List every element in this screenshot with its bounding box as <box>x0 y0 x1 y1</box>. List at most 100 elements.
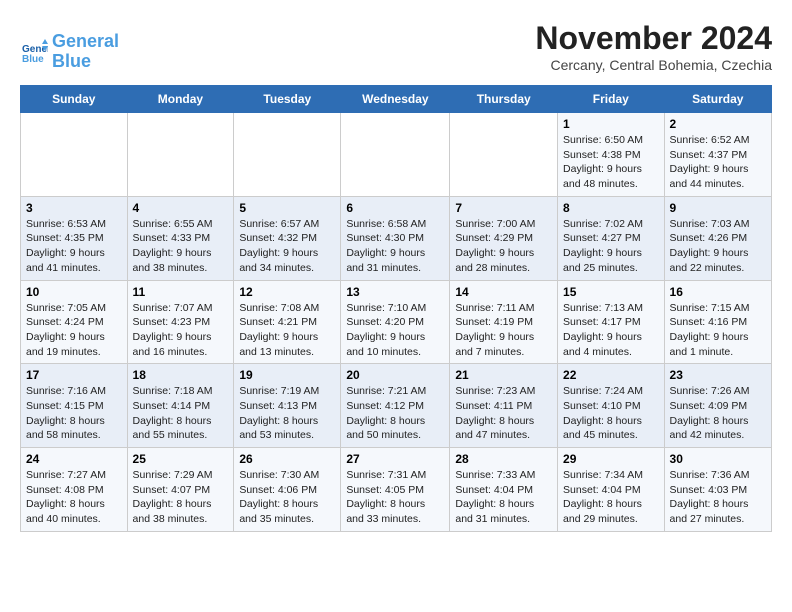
day-info: Sunrise: 7:30 AM Sunset: 4:06 PM Dayligh… <box>239 468 335 527</box>
weekday-header-thursday: Thursday <box>450 86 558 113</box>
calendar-cell: 11 Sunrise: 7:07 AM Sunset: 4:23 PM Dayli… <box>127 280 234 364</box>
weekday-header-friday: Friday <box>558 86 665 113</box>
day-number: 18 <box>133 368 229 382</box>
day-info: Sunrise: 7:23 AM Sunset: 4:11 PM Dayligh… <box>455 384 552 443</box>
calendar-cell: 23 Sunrise: 7:26 AM Sunset: 4:09 PM Dayli… <box>664 364 771 448</box>
day-info: Sunrise: 7:36 AM Sunset: 4:03 PM Dayligh… <box>670 468 766 527</box>
day-info: Sunrise: 7:05 AM Sunset: 4:24 PM Dayligh… <box>26 301 122 360</box>
calendar-cell: 8Sunrise: 7:02 AM Sunset: 4:27 PM Daylig… <box>558 196 665 280</box>
title-section: November 2024 Cercany, Central Bohemia, … <box>535 20 772 73</box>
week-row-2: 3 Sunrise: 6:53 AM Sunset: 4:35 PM Daylig… <box>21 196 772 280</box>
calendar-table: SundayMondayTuesdayWednesdayThursdayFrid… <box>20 85 772 532</box>
calendar-cell: 28Sunrise: 7:33 AM Sunset: 4:04 PM Dayli… <box>450 448 558 532</box>
calendar-cell: 30 Sunrise: 7:36 AM Sunset: 4:03 PM Dayli… <box>664 448 771 532</box>
calendar-cell <box>341 113 450 197</box>
calendar-cell: 19 Sunrise: 7:19 AM Sunset: 4:13 PM Dayli… <box>234 364 341 448</box>
calendar-cell: 6 Sunrise: 6:58 AM Sunset: 4:30 PM Daylig… <box>341 196 450 280</box>
day-number: 26 <box>239 452 335 466</box>
day-number: 13 <box>346 285 444 299</box>
calendar-cell <box>234 113 341 197</box>
day-info: Sunrise: 7:19 AM Sunset: 4:13 PM Dayligh… <box>239 384 335 443</box>
day-info: Sunrise: 6:58 AM Sunset: 4:30 PM Dayligh… <box>346 217 444 276</box>
day-info: Sunrise: 7:08 AM Sunset: 4:21 PM Dayligh… <box>239 301 335 360</box>
day-info: Sunrise: 7:21 AM Sunset: 4:12 PM Dayligh… <box>346 384 444 443</box>
day-number: 5 <box>239 201 335 215</box>
calendar-cell: 2 Sunrise: 6:52 AM Sunset: 4:37 PM Daylig… <box>664 113 771 197</box>
calendar-cell: 21Sunrise: 7:23 AM Sunset: 4:11 PM Dayli… <box>450 364 558 448</box>
calendar-cell: 26 Sunrise: 7:30 AM Sunset: 4:06 PM Dayli… <box>234 448 341 532</box>
day-info: Sunrise: 7:03 AM Sunset: 4:26 PM Dayligh… <box>670 217 766 276</box>
calendar-cell: 14 Sunrise: 7:11 AM Sunset: 4:19 PM Dayli… <box>450 280 558 364</box>
day-info: Sunrise: 6:57 AM Sunset: 4:32 PM Dayligh… <box>239 217 335 276</box>
day-number: 30 <box>670 452 766 466</box>
day-info: Sunrise: 7:24 AM Sunset: 4:10 PM Dayligh… <box>563 384 659 443</box>
day-info: Sunrise: 6:53 AM Sunset: 4:35 PM Dayligh… <box>26 217 122 276</box>
day-info: Sunrise: 7:31 AM Sunset: 4:05 PM Dayligh… <box>346 468 444 527</box>
day-info: Sunrise: 7:07 AM Sunset: 4:23 PM Dayligh… <box>133 301 229 360</box>
day-number: 1 <box>563 117 659 131</box>
weekday-header-tuesday: Tuesday <box>234 86 341 113</box>
calendar-cell: 10 Sunrise: 7:05 AM Sunset: 4:24 PM Dayli… <box>21 280 128 364</box>
day-number: 25 <box>133 452 229 466</box>
day-info: Sunrise: 6:50 AM Sunset: 4:38 PM Dayligh… <box>563 133 659 192</box>
day-info: Sunrise: 6:55 AM Sunset: 4:33 PM Dayligh… <box>133 217 229 276</box>
calendar-cell: 17Sunrise: 7:16 AM Sunset: 4:15 PM Dayli… <box>21 364 128 448</box>
day-info: Sunrise: 7:18 AM Sunset: 4:14 PM Dayligh… <box>133 384 229 443</box>
week-row-3: 10 Sunrise: 7:05 AM Sunset: 4:24 PM Dayli… <box>21 280 772 364</box>
day-number: 11 <box>133 285 229 299</box>
location-subtitle: Cercany, Central Bohemia, Czechia <box>535 57 772 73</box>
calendar-cell <box>450 113 558 197</box>
day-number: 12 <box>239 285 335 299</box>
day-info: Sunrise: 7:10 AM Sunset: 4:20 PM Dayligh… <box>346 301 444 360</box>
svg-text:Blue: Blue <box>22 54 44 65</box>
day-info: Sunrise: 7:26 AM Sunset: 4:09 PM Dayligh… <box>670 384 766 443</box>
day-number: 27 <box>346 452 444 466</box>
day-info: Sunrise: 6:52 AM Sunset: 4:37 PM Dayligh… <box>670 133 766 192</box>
calendar-cell: 4 Sunrise: 6:55 AM Sunset: 4:33 PM Daylig… <box>127 196 234 280</box>
calendar-cell: 24Sunrise: 7:27 AM Sunset: 4:08 PM Dayli… <box>21 448 128 532</box>
day-number: 7 <box>455 201 552 215</box>
day-number: 10 <box>26 285 122 299</box>
day-info: Sunrise: 7:11 AM Sunset: 4:19 PM Dayligh… <box>455 301 552 360</box>
month-title: November 2024 <box>535 20 772 57</box>
day-number: 15 <box>563 285 659 299</box>
day-info: Sunrise: 7:15 AM Sunset: 4:16 PM Dayligh… <box>670 301 766 360</box>
day-info: Sunrise: 7:00 AM Sunset: 4:29 PM Dayligh… <box>455 217 552 276</box>
day-number: 9 <box>670 201 766 215</box>
calendar-cell <box>127 113 234 197</box>
top-bar: General Blue General Blue November 2024 … <box>20 20 772 77</box>
calendar-cell: 20Sunrise: 7:21 AM Sunset: 4:12 PM Dayli… <box>341 364 450 448</box>
day-number: 22 <box>563 368 659 382</box>
day-number: 28 <box>455 452 552 466</box>
logo-icon: General Blue <box>20 38 48 66</box>
calendar-body: 1 Sunrise: 6:50 AM Sunset: 4:38 PM Daylig… <box>21 113 772 532</box>
calendar-cell: 1 Sunrise: 6:50 AM Sunset: 4:38 PM Daylig… <box>558 113 665 197</box>
day-number: 29 <box>563 452 659 466</box>
day-number: 2 <box>670 117 766 131</box>
day-number: 8 <box>563 201 659 215</box>
week-row-5: 24Sunrise: 7:27 AM Sunset: 4:08 PM Dayli… <box>21 448 772 532</box>
calendar-cell: 29 Sunrise: 7:34 AM Sunset: 4:04 PM Dayli… <box>558 448 665 532</box>
logo: General Blue General Blue <box>20 32 119 72</box>
day-number: 4 <box>133 201 229 215</box>
day-info: Sunrise: 7:29 AM Sunset: 4:07 PM Dayligh… <box>133 468 229 527</box>
calendar-cell: 7 Sunrise: 7:00 AM Sunset: 4:29 PM Daylig… <box>450 196 558 280</box>
calendar-cell: 5 Sunrise: 6:57 AM Sunset: 4:32 PM Daylig… <box>234 196 341 280</box>
calendar-cell: 27 Sunrise: 7:31 AM Sunset: 4:05 PM Dayli… <box>341 448 450 532</box>
calendar-cell: 22 Sunrise: 7:24 AM Sunset: 4:10 PM Dayli… <box>558 364 665 448</box>
calendar-cell: 12 Sunrise: 7:08 AM Sunset: 4:21 PM Dayli… <box>234 280 341 364</box>
calendar-cell: 13 Sunrise: 7:10 AM Sunset: 4:20 PM Dayli… <box>341 280 450 364</box>
week-row-4: 17Sunrise: 7:16 AM Sunset: 4:15 PM Dayli… <box>21 364 772 448</box>
day-number: 14 <box>455 285 552 299</box>
day-number: 19 <box>239 368 335 382</box>
weekday-header-monday: Monday <box>127 86 234 113</box>
calendar-cell: 25 Sunrise: 7:29 AM Sunset: 4:07 PM Dayli… <box>127 448 234 532</box>
day-number: 3 <box>26 201 122 215</box>
calendar-cell: 9 Sunrise: 7:03 AM Sunset: 4:26 PM Daylig… <box>664 196 771 280</box>
weekday-header-sunday: Sunday <box>21 86 128 113</box>
day-number: 17 <box>26 368 122 382</box>
day-number: 23 <box>670 368 766 382</box>
day-number: 24 <box>26 452 122 466</box>
day-number: 6 <box>346 201 444 215</box>
day-info: Sunrise: 7:34 AM Sunset: 4:04 PM Dayligh… <box>563 468 659 527</box>
